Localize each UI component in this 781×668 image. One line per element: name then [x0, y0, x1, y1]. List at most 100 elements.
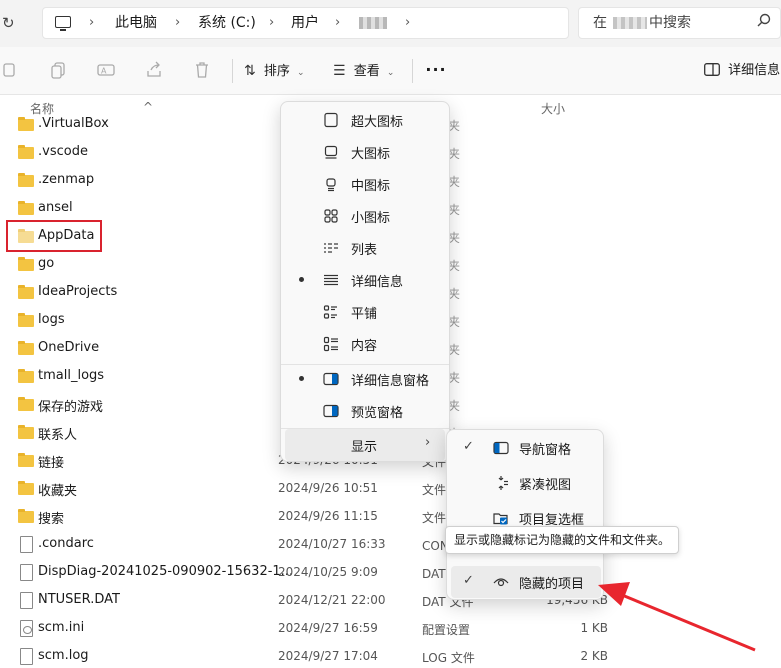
folder-icon — [18, 117, 34, 131]
cut-icon[interactable] — [2, 61, 20, 79]
file-name: 搜索 — [38, 512, 65, 527]
preview-pane-icon — [323, 404, 339, 418]
breadcrumb-this-pc[interactable]: 此电脑 — [115, 8, 157, 38]
chevron-right-icon[interactable]: › — [175, 8, 180, 38]
file-date: 2024/9/26 11:15 — [278, 509, 378, 523]
share-icon[interactable] — [145, 61, 163, 79]
file-name: logs — [38, 312, 65, 327]
chevron-down-icon: ⌄ — [386, 68, 395, 78]
address-bar[interactable]: › 此电脑 › 系统 (C:) › 用户 › › — [42, 7, 569, 39]
search-icon[interactable] — [757, 13, 771, 27]
menu-item-label: 大图标 — [351, 147, 391, 162]
submenu-item-navigation-pane[interactable]: ✓ 导航窗格 — [451, 432, 601, 464]
chevron-right-icon[interactable]: › — [335, 8, 340, 38]
submenu-item-compact-view[interactable]: 紧凑视图 — [451, 467, 601, 499]
menu-item-small-icons[interactable]: 小图标 — [285, 200, 445, 232]
file-name: .zenmap — [38, 172, 95, 187]
file-row[interactable]: 收藏夹 2024/9/26 10:51 文件夹 — [0, 475, 781, 503]
file-row[interactable]: NTUSER.DAT 2024/12/21 22:00 DAT 文件 19,456 K… — [0, 587, 781, 615]
command-bar: A ⇅ 排序 ⌄ ☰ 查看 ⌄ ··· 详细信息 — [0, 47, 781, 95]
chevron-right-icon: › — [425, 435, 431, 450]
menu-item-label: 详细信息窗格 — [351, 374, 430, 389]
sort-button[interactable]: ⇅ 排序 ⌄ — [244, 57, 305, 85]
menu-item-show[interactable]: 显示 › — [285, 429, 445, 461]
file-name: go — [38, 256, 55, 271]
menu-item-label: 预览窗格 — [351, 406, 404, 421]
redacted-search-folder — [613, 17, 647, 29]
folder-icon — [18, 341, 34, 355]
rename-icon[interactable]: A — [97, 61, 115, 79]
folder-icon — [18, 173, 34, 187]
file-date: 2024/9/26 10:51 — [278, 481, 378, 495]
delete-icon[interactable] — [193, 61, 211, 79]
details-pane-label: 详细信息 — [728, 63, 781, 78]
menu-item-label: 列表 — [351, 243, 378, 258]
file-name: 收藏夹 — [38, 484, 78, 499]
breadcrumb-system-drive[interactable]: 系统 (C:) — [198, 8, 256, 38]
folder-icon — [18, 425, 34, 439]
view-icon: ☰ — [333, 63, 346, 79]
sort-icon: ⇅ — [244, 63, 256, 79]
folder-icon — [18, 369, 34, 383]
extra-large-icons-icon — [324, 112, 338, 128]
chevron-right-icon[interactable]: › — [89, 8, 94, 38]
file-row[interactable]: DispDiag-20241025-090902-15632-1... 2024/… — [0, 559, 781, 587]
medium-icons-icon — [326, 178, 336, 192]
view-label: 查看 — [353, 64, 380, 79]
file-name: 联系人 — [38, 428, 78, 443]
menu-item-label: 平铺 — [351, 307, 378, 322]
folder-icon — [18, 481, 34, 495]
file-icon — [20, 648, 33, 665]
view-button[interactable]: ☰ 查看 ⌄ — [333, 57, 394, 85]
search-prefix: 在 — [593, 15, 607, 31]
file-name: .vscode — [38, 144, 88, 159]
file-size: 2 KB — [580, 649, 608, 663]
menu-item-label: 显示 — [351, 440, 378, 455]
file-icon — [20, 620, 33, 637]
menu-item-medium-icons[interactable]: 中图标 — [285, 168, 445, 200]
small-icons-icon — [324, 209, 338, 223]
menu-item-details[interactable]: 详细信息 — [285, 264, 445, 296]
folder-icon — [18, 201, 34, 215]
list-icon — [324, 243, 338, 253]
file-row[interactable]: scm.ini 2024/9/27 16:59 配置设置 1 KB — [0, 615, 781, 643]
file-name: tmall_logs — [38, 368, 105, 383]
menu-item-label: 中图标 — [351, 179, 391, 194]
file-type: LOG 文件 — [422, 651, 475, 665]
file-name: OneDrive — [38, 340, 100, 355]
folder-icon — [18, 397, 34, 411]
folder-icon — [18, 509, 34, 523]
file-type: 配置设置 — [422, 623, 471, 637]
tiles-icon — [323, 305, 337, 319]
chevron-right-icon[interactable]: › — [405, 8, 410, 38]
file-row[interactable]: scm.log 2024/9/27 17:04 LOG 文件 2 KB — [0, 643, 781, 668]
submenu-item-hidden-items[interactable]: ✓ 隐藏的项目 — [451, 566, 601, 598]
content-icon — [323, 336, 338, 352]
show-submenu: ✓ 导航窗格 紧凑视图 项目复选框 ✓ 隐藏的项目 — [446, 429, 604, 600]
refresh-icon[interactable]: ↻ — [2, 12, 20, 34]
menu-item-extra-large-icons[interactable]: 超大图标 — [285, 104, 445, 136]
menu-item-content[interactable]: 内容 — [285, 328, 445, 360]
more-options-button[interactable]: ··· — [424, 57, 448, 85]
menu-item-details-pane[interactable]: 详细信息窗格 — [285, 363, 445, 395]
submenu-item-label: 隐藏的项目 — [519, 577, 585, 592]
breadcrumb-users[interactable]: 用户 — [291, 8, 319, 38]
file-date: 2024/10/25 9:09 — [278, 565, 378, 579]
file-name: .condarc — [38, 536, 94, 551]
menu-item-large-icons[interactable]: 大图标 — [285, 136, 445, 168]
check-icon: ✓ — [463, 573, 474, 588]
file-size: 1 KB — [580, 621, 608, 635]
details-pane-button[interactable]: 详细信息 — [704, 57, 780, 85]
file-name: DispDiag-20241025-090902-15632-1... — [38, 564, 294, 579]
chevron-right-icon[interactable]: › — [269, 8, 274, 38]
menu-item-preview-pane[interactable]: 预览窗格 — [285, 395, 445, 427]
file-date: 2024/9/27 17:04 — [278, 649, 378, 663]
menu-item-list[interactable]: 列表 — [285, 232, 445, 264]
folder-icon — [18, 453, 34, 467]
search-box[interactable]: 在 中搜索 — [578, 7, 781, 39]
file-name: .VirtualBox — [38, 116, 109, 131]
menu-item-tiles[interactable]: 平铺 — [285, 296, 445, 328]
navigation-pane-icon — [493, 441, 509, 455]
toolbar-separator — [412, 59, 413, 83]
copy-icon[interactable] — [50, 61, 68, 79]
